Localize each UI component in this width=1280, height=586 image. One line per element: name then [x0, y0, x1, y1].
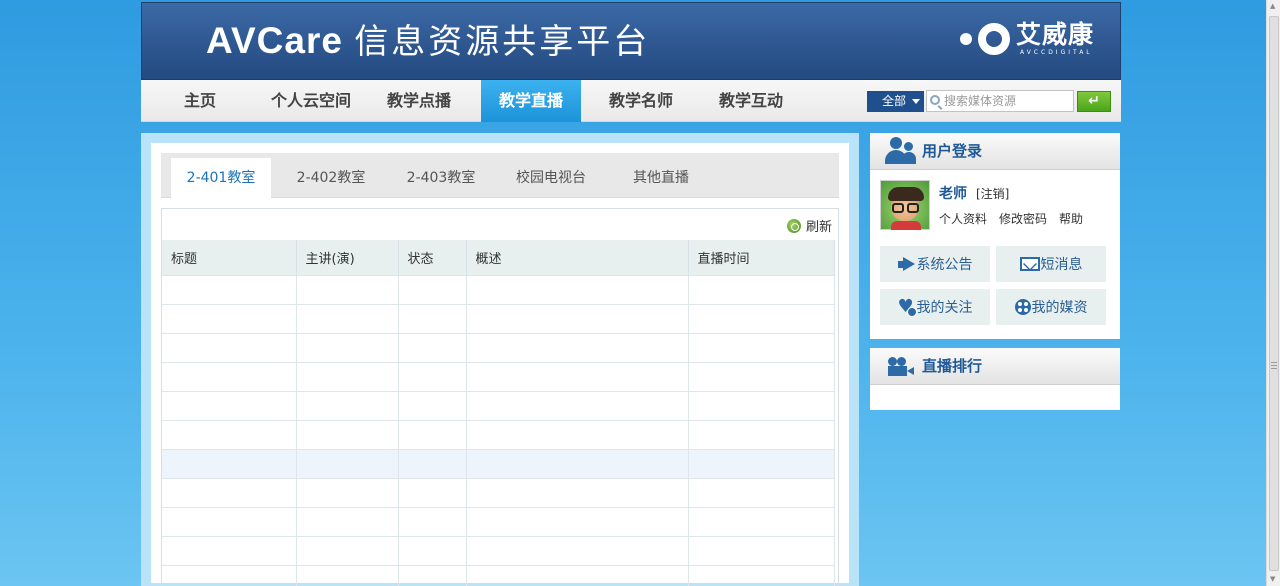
my-follows-button[interactable]: 我的关注 [880, 289, 990, 325]
messages-button[interactable]: 短消息 [996, 246, 1106, 282]
login-panel: 用户登录 老师 [注销] 个人资料 修改密码 帮助 系统公告 短消息 我的关注 … [870, 133, 1120, 339]
column-header-title[interactable]: 标题 [162, 240, 297, 275]
table-row[interactable] [162, 477, 835, 507]
table-row[interactable] [162, 506, 835, 536]
site-title-cn: 信息资源共享平台 [354, 22, 651, 62]
table-row[interactable] [162, 390, 835, 420]
change-password-link[interactable]: 修改密码 [999, 210, 1047, 227]
mail-icon [1019, 257, 1040, 271]
logo-ring-icon [977, 23, 1010, 55]
table-header-row: 标题 主讲(演) 状态 概述 直播时间 [162, 240, 835, 275]
live-table-box: 刷新 标题 主讲(演) 状态 概述 直播时间 [161, 208, 839, 586]
logo-dot-icon [959, 33, 972, 45]
system-announcement-button[interactable]: 系统公告 [880, 246, 990, 282]
brand-texts: 艾威康 AVCCDIGITAL [1016, 21, 1094, 57]
megaphone-icon [897, 256, 916, 272]
nav-item-interaction[interactable]: 教学互动 [701, 80, 801, 122]
scrollbar-grip-icon [1271, 362, 1277, 371]
tab-2-403[interactable]: 2-403教室 [391, 158, 491, 198]
classroom-tabs: 2-401教室 2-402教室 2-403教室 校园电视台 其他直播 [161, 153, 839, 198]
live-ranking-header: 直播排行 [870, 348, 1120, 385]
live-ranking-panel: 直播排行 [870, 348, 1120, 410]
search-placeholder: 搜索媒体资源 [944, 94, 1017, 108]
scroll-down-icon[interactable]: ▼ [1270, 576, 1275, 583]
video-camera-icon [888, 357, 916, 377]
table-row[interactable] [162, 303, 835, 333]
my-follows-label: 我的关注 [916, 300, 973, 316]
column-header-status[interactable]: 状态 [398, 240, 467, 275]
help-link[interactable]: 帮助 [1059, 210, 1083, 227]
search-icon [930, 95, 940, 105]
search-scope-select[interactable]: 全部 [867, 91, 924, 112]
heart-icon [898, 299, 917, 317]
site-title: AVCare 信息资源共享平台 [206, 19, 650, 64]
search-submit-button[interactable]: ↵ [1077, 91, 1111, 112]
tab-campus-tv[interactable]: 校园电视台 [501, 158, 601, 198]
messages-label: 短消息 [1040, 257, 1083, 273]
brand-logo[interactable]: 艾威康 AVCCDIGITAL [959, 17, 1094, 61]
user-links: 个人资料 修改密码 帮助 [939, 210, 1083, 227]
table-row-highlighted[interactable] [162, 448, 835, 478]
table-row[interactable] [162, 419, 835, 449]
username: 老师 [939, 186, 967, 202]
search-scope-value: 全部 [882, 94, 907, 108]
live-panel: 2-401教室 2-402教室 2-403教室 校园电视台 其他直播 刷新 标题… [141, 133, 859, 586]
refresh-button[interactable]: 刷新 [786, 216, 832, 235]
main-nav: 主页 个人云空间 教学点播 教学直播 教学名师 教学互动 全部 搜索媒体资源 ↵ [141, 80, 1121, 122]
tab-2-402[interactable]: 2-402教室 [281, 158, 381, 198]
nav-item-live[interactable]: 教学直播 [481, 80, 581, 122]
brand-name: 艾威康 [1015, 20, 1094, 49]
scrollbar-thumb[interactable] [1269, 16, 1279, 571]
tab-2-401[interactable]: 2-401教室 [171, 158, 271, 198]
avatar[interactable] [880, 180, 930, 230]
live-ranking-title: 直播排行 [922, 357, 983, 375]
film-reel-icon [1014, 299, 1031, 315]
page-wrapper: AVCare 信息资源共享平台 艾威康 AVCCDIGITAL 主页 个人云空间… [141, 2, 1121, 586]
page-scrollbar[interactable]: ▲ ▼ [1266, 0, 1280, 586]
nav-item-vod[interactable]: 教学点播 [369, 80, 469, 122]
my-media-button[interactable]: 我的媒资 [996, 289, 1106, 325]
live-table: 标题 主讲(演) 状态 概述 直播时间 [162, 240, 835, 586]
column-header-speaker[interactable]: 主讲(演) [296, 240, 399, 275]
nav-item-personal-cloud[interactable]: 个人云空间 [259, 80, 363, 122]
table-toolbar: 刷新 [162, 209, 838, 240]
refresh-label: 刷新 [805, 220, 832, 235]
login-panel-header: 用户登录 [870, 133, 1120, 170]
table-row[interactable] [162, 274, 835, 304]
site-title-en: AVCare [206, 20, 343, 61]
column-header-summary[interactable]: 概述 [466, 240, 689, 275]
profile-link[interactable]: 个人资料 [939, 210, 987, 227]
chevron-down-icon [912, 99, 920, 104]
tab-other-live[interactable]: 其他直播 [611, 158, 711, 198]
brand-sub: AVCCDIGITAL [1019, 49, 1093, 56]
live-panel-inner: 2-401教室 2-402教室 2-403教室 校园电视台 其他直播 刷新 标题… [151, 143, 849, 586]
login-panel-title: 用户登录 [922, 142, 983, 160]
users-icon [885, 137, 917, 165]
table-row[interactable] [162, 361, 835, 391]
scroll-up-icon[interactable]: ▲ [1270, 3, 1275, 10]
column-header-live-time[interactable]: 直播时间 [688, 240, 835, 275]
refresh-icon [786, 218, 801, 233]
nav-item-home[interactable]: 主页 [141, 80, 259, 122]
site-header: AVCare 信息资源共享平台 艾威康 AVCCDIGITAL [141, 2, 1121, 80]
table-row[interactable] [162, 535, 835, 565]
logout-link[interactable]: [注销] [976, 185, 1009, 202]
system-announcement-label: 系统公告 [916, 257, 973, 273]
nav-item-teachers[interactable]: 教学名师 [591, 80, 691, 122]
table-row[interactable] [162, 564, 835, 586]
my-media-label: 我的媒资 [1031, 300, 1088, 316]
search-input[interactable]: 搜索媒体资源 [926, 90, 1074, 112]
table-row[interactable] [162, 332, 835, 362]
